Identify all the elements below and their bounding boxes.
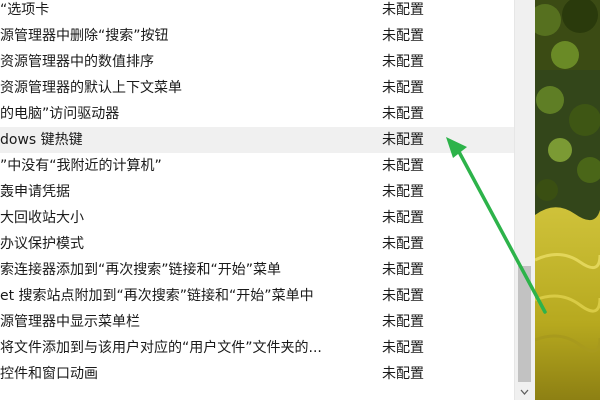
list-item[interactable]: 索连接器添加到“再次搜索”链接和“开始”菜单 未配置 [0,257,514,283]
scroll-down-button[interactable] [518,384,531,398]
setting-state: 未配置 [382,106,424,122]
setting-state: 未配置 [382,28,424,44]
setting-state: 未配置 [382,314,424,330]
setting-name: 资源管理器的默认上下文菜单 [0,80,182,96]
list-item[interactable]: 大回收站大小 未配置 [0,205,514,231]
setting-state: 未配置 [382,210,424,226]
setting-name: ”中没有“我附近的计算机” [0,158,162,174]
setting-name: 资源管理器中的数值排序 [0,54,154,70]
scrollbar-thumb[interactable] [518,266,531,382]
list-item[interactable]: 办议保护模式 未配置 [0,231,514,257]
setting-state: 未配置 [382,158,424,174]
setting-name: 办议保护模式 [0,236,84,252]
list-item[interactable]: 控件和窗口动画 未配置 [0,361,514,387]
setting-name: 源管理器中删除“搜索”按钮 [0,28,169,44]
setting-state: 未配置 [382,288,424,304]
setting-name: 大回收站大小 [0,210,84,226]
rice-field-photo [535,0,600,400]
setting-name: 源管理器中显示菜单栏 [0,314,140,330]
setting-name: et 搜索站点附加到“再次搜索”链接和“开始”菜单中 [0,288,314,304]
list-item[interactable]: 轰申请凭据 未配置 [0,179,514,205]
chevron-down-icon [520,389,529,395]
setting-state: 未配置 [382,2,424,18]
setting-state: 未配置 [382,366,424,382]
policy-settings-list: “选项卡 未配置 源管理器中删除“搜索”按钮 未配置 资源管理器中的数值排序 未… [0,0,514,400]
list-item[interactable]: 源管理器中删除“搜索”按钮 未配置 [0,23,514,49]
setting-state: 未配置 [382,262,424,278]
setting-state: 未配置 [382,184,424,200]
setting-state: 未配置 [382,236,424,252]
list-item-selected[interactable]: dows 键热键 未配置 [0,127,514,153]
setting-name: 将文件添加到与该用户对应的“用户文件”文件夹的... [0,340,322,356]
setting-name: 的电脑”访问驱动器 [0,106,120,122]
list-item[interactable]: 资源管理器的默认上下文菜单 未配置 [0,75,514,101]
setting-state: 未配置 [382,80,424,96]
vertical-scrollbar[interactable] [514,0,535,400]
background-photo [535,0,600,400]
list-item[interactable]: et 搜索站点附加到“再次搜索”链接和“开始”菜单中 未配置 [0,283,514,309]
setting-name: 控件和窗口动画 [0,366,98,382]
setting-name: 轰申请凭据 [0,184,70,200]
setting-state: 未配置 [382,54,424,70]
setting-state: 未配置 [382,132,424,148]
list-item[interactable]: 将文件添加到与该用户对应的“用户文件”文件夹的... 未配置 [0,335,514,361]
list-item[interactable]: ”中没有“我附近的计算机” 未配置 [0,153,514,179]
setting-name: 索连接器添加到“再次搜索”链接和“开始”菜单 [0,262,282,278]
setting-name: “选项卡 [0,2,50,18]
list-item[interactable]: 源管理器中显示菜单栏 未配置 [0,309,514,335]
list-item[interactable]: 的电脑”访问驱动器 未配置 [0,101,514,127]
list-item[interactable]: 资源管理器中的数值排序 未配置 [0,49,514,75]
list-item[interactable]: “选项卡 未配置 [0,0,514,23]
setting-state: 未配置 [382,340,424,356]
setting-name: dows 键热键 [0,132,83,148]
